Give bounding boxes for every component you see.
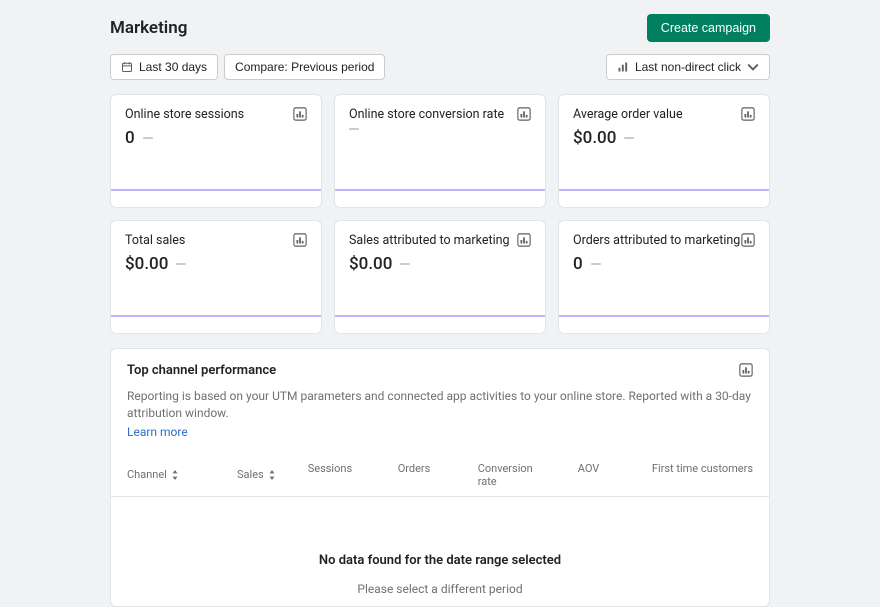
metric-value: $0.00 — [125, 254, 168, 274]
trend-dash-icon — [624, 137, 634, 139]
chart-icon[interactable] — [293, 233, 307, 247]
metric-card[interactable]: Total sales $0.00 — [110, 220, 322, 334]
metric-value: $0.00 — [573, 128, 616, 148]
chart-icon[interactable] — [741, 107, 755, 121]
date-range-button[interactable]: Last 30 days — [110, 54, 218, 80]
metric-card[interactable]: Sales attributed to marketing $0.00 — [334, 220, 546, 334]
chart-icon[interactable] — [293, 107, 307, 121]
metric-card[interactable]: Online store conversion rate — [334, 94, 546, 208]
col-first-time[interactable]: First time customers — [632, 462, 769, 488]
page-title: Marketing — [110, 18, 187, 38]
metric-title: Online store conversion rate — [349, 107, 504, 122]
metric-title: Total sales — [125, 233, 185, 248]
metric-card[interactable]: Online store sessions 0 — [110, 94, 322, 208]
metric-title: Average order value — [573, 107, 683, 122]
sparkline — [335, 189, 545, 191]
chart-icon[interactable] — [517, 233, 531, 247]
calendar-icon — [121, 61, 133, 73]
sparkline — [335, 315, 545, 317]
sparkline — [559, 315, 769, 317]
col-channel[interactable]: Channel — [111, 462, 221, 488]
create-campaign-button[interactable]: Create campaign — [647, 14, 770, 42]
channel-performance-panel: Top channel performance Reporting is bas… — [110, 348, 770, 607]
col-conversion[interactable]: Conversion rate — [462, 462, 562, 488]
date-range-label: Last 30 days — [139, 60, 207, 74]
empty-state: No data found for the date range selecte… — [111, 497, 769, 606]
metric-title: Online store sessions — [125, 107, 244, 122]
compare-label: Compare: Previous period — [235, 60, 374, 74]
trend-dash-icon — [400, 263, 410, 265]
col-aov[interactable]: AOV — [562, 462, 632, 488]
sort-icon — [268, 470, 276, 480]
chevron-down-icon — [747, 61, 759, 73]
col-sales-label: Sales — [237, 468, 264, 481]
metric-title: Orders attributed to marketing — [573, 233, 740, 248]
chart-icon[interactable] — [739, 363, 753, 377]
sort-icon — [171, 470, 179, 480]
metric-value: $0.00 — [349, 254, 392, 274]
metric-card[interactable]: Average order value $0.00 — [558, 94, 770, 208]
col-orders[interactable]: Orders — [382, 462, 462, 488]
sparkline — [559, 189, 769, 191]
sparkline — [111, 189, 321, 191]
panel-title: Top channel performance — [127, 363, 276, 378]
bar-chart-small-icon — [617, 61, 629, 73]
metrics-grid: Online store sessions 0 Online store con… — [110, 94, 770, 334]
col-sessions[interactable]: Sessions — [292, 462, 382, 488]
empty-subtitle: Please select a different period — [111, 582, 769, 596]
trend-dash-icon — [591, 263, 601, 265]
chart-icon[interactable] — [741, 233, 755, 247]
metric-value: 0 — [573, 254, 583, 274]
trend-dash-icon — [176, 263, 186, 265]
learn-more-link[interactable]: Learn more — [127, 425, 188, 439]
empty-title: No data found for the date range selecte… — [111, 553, 769, 568]
attribution-label: Last non-direct click — [635, 60, 741, 74]
sparkline — [111, 315, 321, 317]
trend-dash-icon — [143, 137, 153, 139]
metric-title: Sales attributed to marketing — [349, 233, 510, 248]
controls-left: Last 30 days Compare: Previous period — [110, 54, 385, 80]
panel-description: Reporting is based on your UTM parameter… — [127, 388, 753, 423]
metric-card[interactable]: Orders attributed to marketing 0 — [558, 220, 770, 334]
col-channel-label: Channel — [127, 468, 167, 481]
metric-value: 0 — [125, 128, 135, 148]
chart-icon[interactable] — [517, 107, 531, 121]
col-sales[interactable]: Sales — [221, 462, 292, 488]
table-header: Channel Sales Sessions Orders Conversion… — [111, 450, 769, 497]
attribution-button[interactable]: Last non-direct click — [606, 54, 770, 80]
compare-button[interactable]: Compare: Previous period — [224, 54, 385, 80]
